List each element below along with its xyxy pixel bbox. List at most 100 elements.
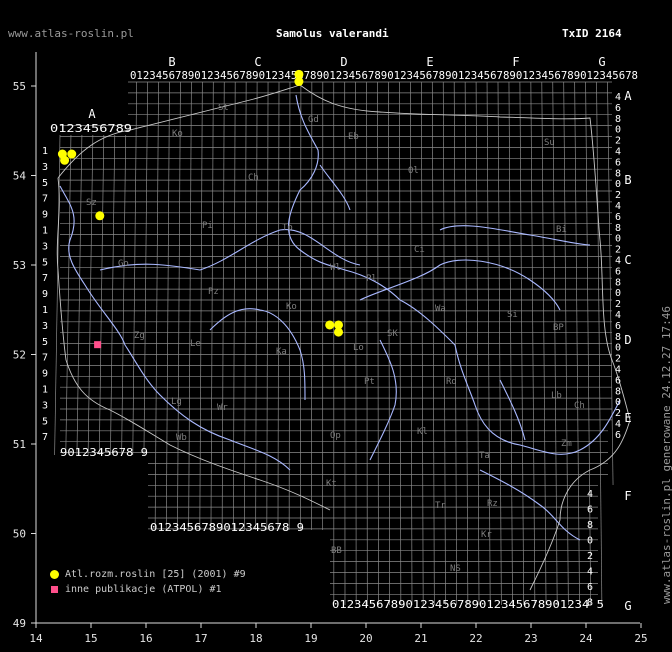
- river-bug: [439, 225, 591, 246]
- record-dot-atlas: [334, 327, 343, 337]
- grid-row-digit: 2: [615, 408, 621, 419]
- y-tick-label: 55: [13, 80, 26, 93]
- record-square-other: [94, 341, 102, 349]
- region-label: Ko: [172, 129, 183, 139]
- y-tick-label: 54: [13, 170, 27, 183]
- region-label: St: [218, 103, 229, 113]
- grid-row-digit: 6: [587, 505, 593, 516]
- river-drweca: [319, 164, 351, 211]
- region-label: Tr: [435, 501, 446, 511]
- grid-row-digit: 0: [615, 343, 621, 354]
- grid-col-line: [76, 134, 83, 456]
- region-label: Zg: [134, 331, 145, 341]
- region-label: Le: [190, 339, 201, 349]
- grid-col-line: [65, 134, 72, 456]
- grid-col-line: [188, 81, 192, 531]
- grid-row-digit: 6: [615, 375, 621, 386]
- grid-row-letter: A: [624, 89, 632, 103]
- y-tick-label: 52: [13, 349, 26, 362]
- x-tick-label: 17: [194, 632, 207, 645]
- grid-row-letter: E: [624, 411, 631, 425]
- grid-row-digit: 4: [615, 419, 621, 430]
- grid-row-digit-left: 5: [42, 257, 48, 268]
- grid-row-digit-left: 5: [42, 416, 48, 427]
- record-dot-atlas: [60, 155, 70, 165]
- grid-row-digit: 2: [615, 136, 621, 147]
- grid-row-digit: 8: [587, 520, 593, 531]
- region-label: Ch: [248, 173, 259, 183]
- record-dot-atlas: [325, 320, 335, 330]
- grid-col-line: [199, 81, 203, 531]
- grid-bottom-digits-left: 9012345678 9: [60, 448, 148, 459]
- x-tick-label: 20: [359, 632, 372, 645]
- region-label: Wa: [435, 304, 446, 314]
- region-label: Lg: [171, 397, 182, 407]
- grid-bottom-digits-mid: 0123456789012345678 9: [150, 523, 304, 534]
- grid-row-digit: 4: [587, 489, 593, 500]
- grid-row-digit: 2: [615, 245, 621, 256]
- grid-row-digit: 2: [615, 354, 621, 365]
- grid-column-letter: D: [340, 55, 347, 69]
- region-label: Pt: [364, 377, 375, 387]
- grid-row-digit: 4: [615, 201, 621, 212]
- y-tick-label: 51: [13, 438, 26, 451]
- grid-row-digit-left: 9: [42, 289, 48, 300]
- grid-row-digit-left: 3: [42, 321, 48, 332]
- grid-row-digit: 4: [615, 365, 621, 376]
- x-tick-label: 23: [524, 632, 537, 645]
- region-label: To: [282, 223, 293, 233]
- x-tick-label: 21: [414, 632, 427, 645]
- region-label: Kl: [417, 427, 428, 437]
- distribution-map: StKoGdEbSuChOlSzPi ToCiBiGoPzWlPlKo WaSiBP…: [13, 52, 648, 645]
- grid-row-digit: 8: [615, 277, 621, 288]
- grid-row-digit: 6: [615, 212, 621, 223]
- grid-col-line: [299, 81, 302, 531]
- grid-row-digit: 0: [615, 125, 621, 136]
- grid-row-digit-left: 7: [42, 432, 48, 443]
- grid-row-digit: 4: [615, 256, 621, 267]
- grid-col-line: [244, 81, 247, 531]
- x-tick-label: 18: [249, 632, 262, 645]
- grid-col-line: [110, 134, 116, 456]
- grid-row-digit-left: 1: [42, 226, 48, 237]
- grid-row-digit-left: 3: [42, 241, 48, 252]
- river-odra: [59, 185, 291, 471]
- region-label: NS: [450, 564, 461, 574]
- x-tick-label: 14: [29, 632, 43, 645]
- grid-row-digit: 0: [615, 288, 621, 299]
- grid-row-digit: 8: [615, 168, 621, 179]
- grid-row-digit: 6: [615, 430, 621, 441]
- grid-row-digit: 8: [587, 598, 593, 609]
- region-label: Pz: [208, 287, 219, 297]
- grid-row-digit: 8: [615, 332, 621, 343]
- grid-col-line: [377, 81, 379, 606]
- region-label: Kt: [326, 479, 337, 489]
- grid-row-digit-left: 3: [42, 162, 48, 173]
- region-label: Gd: [308, 115, 319, 125]
- grid-col-line: [177, 81, 181, 531]
- region-label: SK: [387, 329, 398, 339]
- grid-row-digit-left: 7: [42, 194, 48, 205]
- grid-row-digit-left: 1: [42, 385, 48, 396]
- grid-col-line: [121, 134, 127, 456]
- grid-column-letter: G: [598, 55, 605, 69]
- record-dot-atlas: [294, 77, 304, 87]
- grid-row-digit: 4: [615, 147, 621, 158]
- region-label: Wl: [330, 263, 341, 273]
- grid-row-digit: 6: [615, 157, 621, 168]
- region-label: Ta: [479, 451, 490, 461]
- grid-row-digit: 6: [615, 321, 621, 332]
- grid-col-line: [165, 81, 170, 531]
- region-label: Eb: [348, 132, 359, 142]
- grid-row-digit: 0: [615, 397, 621, 408]
- grid-col-line: [607, 81, 614, 486]
- grid-bottom-digits-right: 01234567890123456789012345678901234 5: [332, 600, 604, 611]
- grid-row-letter: D: [624, 333, 631, 347]
- river-network: [59, 94, 621, 541]
- grid-top-digits: 0123456789012345678901234567890123456789…: [130, 71, 638, 82]
- region-label: Op: [330, 431, 341, 441]
- grid-row-digit-left: 5: [42, 337, 48, 348]
- grid-row-digit: 8: [615, 223, 621, 234]
- grid-row-letter: B: [624, 173, 631, 187]
- region-label: Ka: [276, 347, 287, 357]
